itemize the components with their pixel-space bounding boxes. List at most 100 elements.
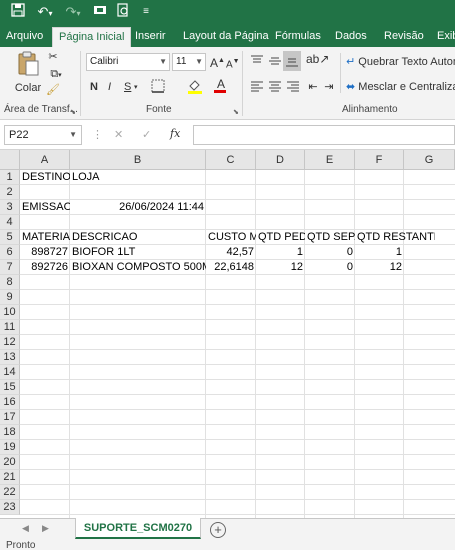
cell-e6[interactable]: 0 <box>305 245 355 260</box>
increase-indent-icon[interactable]: ⇥ <box>322 80 336 94</box>
cell-b3[interactable]: 26/06/2024 11:44 <box>70 200 206 215</box>
shrink-font-icon[interactable]: A▼ <box>226 55 240 72</box>
italic-button[interactable]: I <box>108 80 111 94</box>
row-header[interactable]: 20 <box>0 455 20 470</box>
cut-icon[interactable]: ✂ <box>46 50 60 64</box>
align-center-icon[interactable] <box>268 80 282 96</box>
tab-revisao[interactable]: Revisão <box>384 25 424 47</box>
grow-font-icon[interactable]: A▲ <box>210 54 225 70</box>
row-header[interactable]: 16 <box>0 395 20 410</box>
row-header[interactable]: 8 <box>0 275 20 290</box>
cell-a5[interactable]: MATERIAL <box>20 230 70 245</box>
font-size-select[interactable]: 11 ▼ <box>172 53 206 71</box>
cell-a7[interactable]: 892726 <box>20 260 70 275</box>
row-header[interactable]: 21 <box>0 470 20 485</box>
decrease-indent-icon[interactable]: ⇤ <box>306 80 320 94</box>
row-header[interactable]: 3 <box>0 200 20 215</box>
next-sheet-icon[interactable]: ▶ <box>42 523 49 534</box>
column-header[interactable]: D <box>256 150 305 170</box>
tab-formulas[interactable]: Fórmulas <box>275 25 321 47</box>
underline-button[interactable]: S <box>124 80 131 94</box>
tab-dados[interactable]: Dados <box>335 25 367 47</box>
row-header[interactable]: 23 <box>0 500 20 515</box>
row-header[interactable]: 12 <box>0 335 20 350</box>
customize-toolbar-icon[interactable]: ≡ <box>136 3 156 21</box>
fill-color-icon[interactable] <box>186 78 204 98</box>
cell-b6[interactable]: BIOFOR 1LT <box>70 245 206 260</box>
cell-c5[interactable]: CUSTO ME <box>206 230 256 245</box>
column-header[interactable]: E <box>305 150 355 170</box>
dialog-launcher-icon[interactable]: ⬊ <box>233 106 239 120</box>
tab-arquivo[interactable]: Arquivo <box>6 25 43 47</box>
font-name-select[interactable]: Calibri ▼ <box>86 53 170 71</box>
orientation-icon[interactable]: ab↗ <box>306 52 329 66</box>
align-middle-icon[interactable] <box>268 55 282 71</box>
paste-button[interactable]: Colar <box>14 51 42 95</box>
cell-c7[interactable]: 22,6148 <box>206 260 256 275</box>
borders-icon[interactable] <box>150 79 166 97</box>
wrap-text-button[interactable]: ↵ Quebrar Texto Automa <box>346 55 455 69</box>
row-header[interactable]: 14 <box>0 365 20 380</box>
merge-center-button[interactable]: ⬌ Mesclar e Centralizar <box>346 80 455 94</box>
cell-e5[interactable]: QTD SEPA <box>305 230 355 245</box>
bold-button[interactable]: N <box>90 80 98 94</box>
row-header[interactable]: 5 <box>0 230 20 245</box>
align-top-icon[interactable] <box>250 55 264 71</box>
row-header[interactable]: 2 <box>0 185 20 200</box>
formula-input[interactable] <box>193 125 455 145</box>
row-header[interactable]: 17 <box>0 410 20 425</box>
row-header[interactable]: 13 <box>0 350 20 365</box>
dialog-launcher-icon[interactable]: ⬊ <box>70 106 76 120</box>
tab-layout-da-pagina[interactable]: Layout da Página <box>183 25 269 47</box>
cancel-icon[interactable]: ✕ <box>114 128 123 142</box>
touch-mode-icon[interactable] <box>90 3 110 21</box>
print-preview-icon[interactable] <box>113 3 133 21</box>
select-all-corner[interactable] <box>0 150 20 170</box>
cell-f6[interactable]: 1 <box>355 245 404 260</box>
cell-a1[interactable]: DESTINO: <box>20 170 70 185</box>
tab-inserir[interactable]: Inserir <box>135 25 166 47</box>
cell-b5[interactable]: DESCRICAO <box>70 230 206 245</box>
align-bottom-icon[interactable] <box>283 51 301 71</box>
align-right-icon[interactable] <box>286 80 300 96</box>
cell-a3[interactable]: EMISSAO: <box>20 200 70 215</box>
row-header[interactable]: 18 <box>0 425 20 440</box>
redo-icon[interactable]: ↷▾ <box>62 3 84 21</box>
insert-function-icon[interactable]: fx <box>170 127 180 141</box>
enter-icon[interactable]: ✓ <box>142 128 151 142</box>
column-header[interactable]: F <box>355 150 404 170</box>
row-header[interactable]: 4 <box>0 215 20 230</box>
prev-sheet-icon[interactable]: ◀ <box>22 523 29 534</box>
row-header[interactable]: 1 <box>0 170 20 185</box>
row-header[interactable]: 10 <box>0 305 20 320</box>
cell-b1[interactable]: LOJA <box>70 170 206 185</box>
undo-icon[interactable]: ↶▾ <box>34 3 56 21</box>
row-header[interactable]: 15 <box>0 380 20 395</box>
font-color-icon[interactable]: A <box>214 78 228 93</box>
copy-icon[interactable]: ⧉▾ <box>46 67 66 83</box>
column-header[interactable]: A <box>20 150 70 170</box>
add-sheet-icon[interactable]: + <box>210 522 226 538</box>
row-header[interactable]: 22 <box>0 485 20 500</box>
format-painter-icon[interactable]: 🖌 <box>46 83 60 97</box>
column-header[interactable]: G <box>404 150 455 170</box>
cell-d7[interactable]: 12 <box>256 260 305 275</box>
cell-b7[interactable]: BIOXAN COMPOSTO 500ML <box>70 260 206 275</box>
row-header[interactable]: 6 <box>0 245 20 260</box>
cell-d6[interactable]: 1 <box>256 245 305 260</box>
row-header[interactable]: 11 <box>0 320 20 335</box>
tab-exibir[interactable]: Exib <box>437 25 455 47</box>
row-header[interactable]: 7 <box>0 260 20 275</box>
tab-pagina-inicial[interactable]: Página Inicial <box>52 27 132 47</box>
cell-d5[interactable]: QTD PEDID <box>256 230 305 245</box>
cell-f5[interactable]: QTD RESTANTE <box>355 230 435 245</box>
row-header[interactable]: 9 <box>0 290 20 305</box>
cell-c6[interactable]: 42,57 <box>206 245 256 260</box>
sheet-tab[interactable]: SUPORTE_SCM0270 <box>75 518 201 539</box>
column-header[interactable]: B <box>70 150 206 170</box>
save-icon[interactable] <box>8 3 28 21</box>
chevron-down-icon[interactable]: ▾ <box>134 81 138 95</box>
name-box[interactable]: P22 ▼ <box>4 125 82 145</box>
cell-a6[interactable]: 898727 <box>20 245 70 260</box>
align-left-icon[interactable] <box>250 80 264 96</box>
